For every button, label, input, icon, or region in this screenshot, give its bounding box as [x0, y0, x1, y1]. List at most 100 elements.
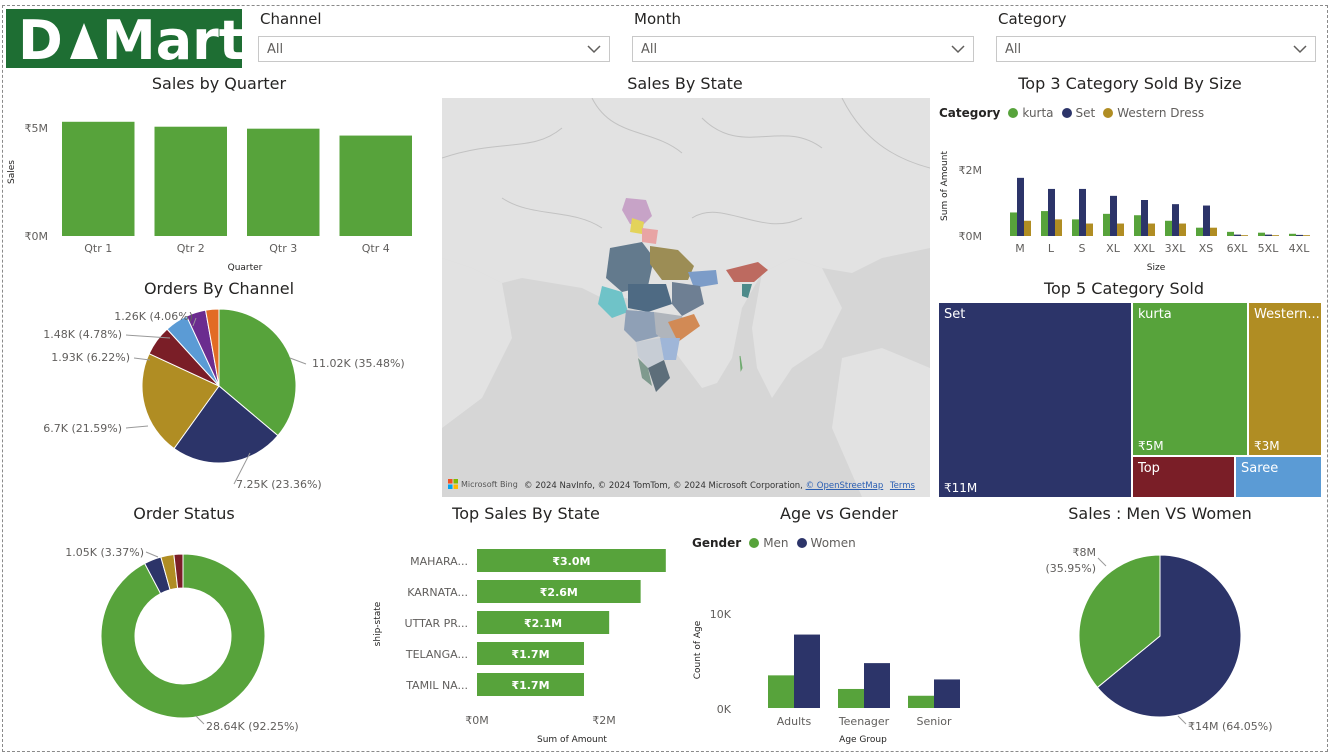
- x-tick-label: Qtr 1: [84, 242, 112, 255]
- legend-dot-set: [1061, 108, 1072, 118]
- bar: [1272, 235, 1279, 236]
- y-tick-label: 0K: [717, 703, 732, 716]
- top5-category-treemap[interactable]: Set ₹11M kurta ₹5M Western... ₹3M Top Sa…: [938, 302, 1322, 498]
- slicer-month-dropdown[interactable]: All: [632, 36, 974, 62]
- y-tick-label: TAMIL NA...: [405, 679, 468, 692]
- data-label: 28.64K (92.25%): [206, 720, 299, 733]
- age-vs-gender-chart[interactable]: 10K 0K Count of Age Adults Teenager Senior Age…: [686, 556, 976, 748]
- bar: [1141, 200, 1148, 236]
- leader-line: [195, 715, 205, 725]
- data-label: 1.48K (4.78%): [43, 328, 122, 341]
- top3-legend: Category kurta Set Western Dress: [939, 106, 1204, 120]
- x-tick-label: Adults: [777, 715, 812, 728]
- data-label: ₹1.7M: [511, 679, 549, 692]
- state-region: [739, 355, 743, 372]
- x-axis-title: Size: [1147, 263, 1166, 273]
- y-axis-title: Count of Age: [693, 620, 703, 679]
- y-axis-title: ship-state: [373, 601, 383, 646]
- sales-by-state-map[interactable]: Microsoft Bing © 2024 NavInfo, © 2024 To…: [442, 98, 930, 497]
- x-tick-label: Senior: [916, 715, 952, 728]
- sales-by-quarter-chart[interactable]: ₹5M ₹0M Sales Qtr 1 Qtr 2 Qtr 3 Qtr 4 Quarter: [0, 98, 430, 278]
- data-label: 1.26K (4.06%): [114, 310, 193, 323]
- slicer-category-label: Category: [998, 10, 1067, 28]
- top-sales-by-state-chart[interactable]: MAHARA... ₹3.0M KARNATA... ₹2.6M UTTAR PR...…: [362, 528, 682, 748]
- bar: [768, 675, 794, 708]
- title-orders-by-channel: Orders By Channel: [143, 279, 295, 298]
- treemap-tile-western[interactable]: Western... ₹3M: [1248, 302, 1322, 456]
- bar: [1265, 234, 1272, 236]
- leader-line: [125, 425, 149, 429]
- bar: [1024, 220, 1031, 236]
- bar: [1203, 205, 1210, 236]
- legend-women[interactable]: Women: [811, 536, 856, 550]
- bar: [1296, 234, 1303, 236]
- legend-title: Category: [939, 106, 1001, 120]
- men-vs-women-chart[interactable]: ₹8M (35.95%) ₹14M (64.05%): [1000, 528, 1325, 748]
- data-label: 11.02K (35.48%): [312, 357, 405, 370]
- legend-men[interactable]: Men: [763, 536, 788, 550]
- bar: [1148, 223, 1155, 236]
- top3-by-size-chart[interactable]: ₹2M ₹0M Sum of Amount M L S XL XXL 3XL XS 6XL 5XL 4X…: [930, 128, 1325, 278]
- bar: [1227, 231, 1234, 236]
- treemap-tile-kurta[interactable]: kurta ₹5M: [1132, 302, 1248, 456]
- leader-line: [145, 551, 159, 558]
- title-order-status: Order Status: [133, 504, 235, 523]
- bar: [1234, 234, 1241, 236]
- bar: [864, 663, 890, 708]
- bar: [1134, 215, 1141, 236]
- slicer-category-dropdown[interactable]: All: [996, 36, 1316, 62]
- slicer-channel-value: All: [267, 41, 284, 57]
- x-tick-label: 3XL: [1165, 242, 1187, 255]
- slicer-channel-dropdown[interactable]: All: [258, 36, 610, 62]
- bar: [1289, 233, 1296, 236]
- leader-line: [1177, 715, 1187, 725]
- title-top5-category: Top 5 Category Sold: [1043, 279, 1205, 298]
- tile-label: Western...: [1254, 307, 1320, 322]
- order-status-chart[interactable]: 1.05K (3.37%) 28.64K (92.25%): [0, 528, 360, 748]
- bar: [1072, 219, 1079, 236]
- x-tick-label: 4XL: [1289, 242, 1311, 255]
- landmass-asia: [442, 98, 930, 388]
- leader-line: [1097, 557, 1107, 567]
- bar: [1041, 211, 1048, 236]
- slicer-month-label: Month: [634, 10, 682, 28]
- x-tick-label: Teenager: [838, 715, 890, 728]
- bar: [1017, 177, 1024, 236]
- bing-label: Microsoft Bing: [461, 479, 518, 489]
- bar: [339, 135, 412, 236]
- map-canvas: [442, 98, 930, 497]
- tile-value: ₹3M: [1254, 439, 1280, 453]
- tile-value: ₹5M: [1138, 439, 1164, 453]
- data-label: ₹2.1M: [524, 617, 562, 630]
- bar: [908, 695, 934, 708]
- data-label: (35.95%): [1045, 562, 1096, 575]
- y-tick-label: UTTAR PR...: [405, 617, 468, 630]
- dmart-logo: D Mart: [6, 9, 242, 68]
- x-tick-label: XL: [1106, 242, 1121, 255]
- data-label: 1.93K (6.22%): [51, 351, 130, 364]
- legend-kurta[interactable]: kurta: [1022, 106, 1053, 120]
- bar: [1258, 232, 1265, 236]
- openstreetmap-link[interactable]: © OpenStreetMap: [806, 481, 884, 491]
- orders-by-channel-chart[interactable]: 11.02K (35.48%) 7.25K (23.36%) 6.7K (21.59…: [0, 298, 430, 503]
- x-tick-label: L: [1048, 242, 1055, 255]
- title-age-vs-gender: Age vs Gender: [780, 504, 898, 523]
- data-label: ₹14M (64.05%): [1188, 720, 1273, 733]
- treemap-tile-set[interactable]: Set ₹11M: [938, 302, 1132, 498]
- landmass-arabia: [442, 258, 512, 428]
- y-tick-label: ₹2M: [959, 164, 983, 177]
- tile-label: Saree: [1241, 461, 1279, 476]
- title-men-vs-women: Sales : Men VS Women: [1068, 504, 1252, 523]
- legend-western-dress[interactable]: Western Dress: [1117, 106, 1204, 120]
- legend-set[interactable]: Set: [1076, 106, 1096, 120]
- terms-link[interactable]: Terms: [890, 481, 915, 491]
- bar: [1055, 219, 1062, 236]
- tile-label: Top: [1138, 461, 1160, 476]
- bar: [1086, 223, 1093, 236]
- y-axis-title: Sales: [7, 160, 17, 184]
- x-tick-label: ₹2M: [592, 714, 616, 727]
- treemap-tile-saree[interactable]: Saree: [1235, 456, 1322, 498]
- bar: [1117, 223, 1124, 236]
- tile-label: kurta: [1138, 307, 1172, 322]
- treemap-tile-top[interactable]: Top: [1132, 456, 1235, 498]
